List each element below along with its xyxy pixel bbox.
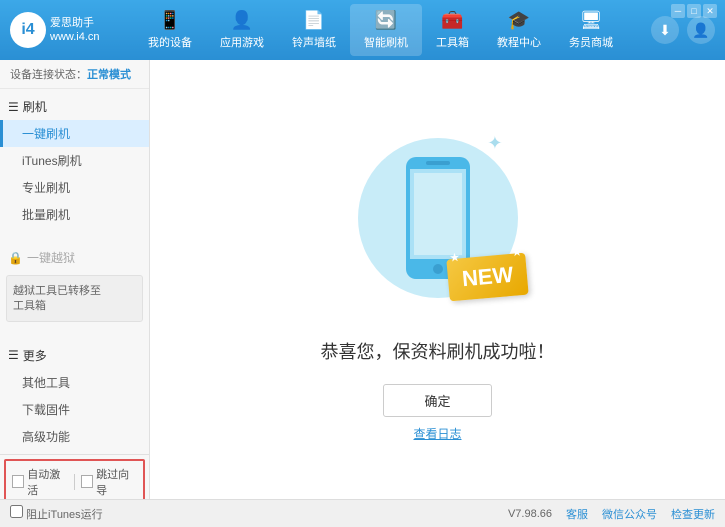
new-badge-text: NEW: [461, 261, 514, 290]
toolbox-icon: 🧰: [441, 10, 463, 31]
customer-service-link[interactable]: 客服: [566, 506, 588, 522]
nav-tab-ringtone[interactable]: 📄 铃声墙纸: [278, 4, 350, 56]
nav-tab-toolbox[interactable]: 🧰 工具箱: [422, 4, 483, 56]
maximize-button[interactable]: □: [687, 4, 701, 18]
jailbreak-disabled-text: 越狱工具已转移至 工具箱: [13, 284, 136, 315]
close-button[interactable]: ✕: [703, 4, 717, 18]
itunes-label: 阻止iTunes运行: [10, 509, 103, 521]
header-right: ⬇ 👤: [651, 16, 715, 44]
pro-flash-label: 专业刷机: [22, 179, 70, 196]
status-bar: 设备连接状态：正常模式: [0, 60, 149, 89]
window-controls: ─ □ ✕: [671, 4, 717, 18]
nav-tab-apps-games[interactable]: 👤 应用游戏: [206, 4, 278, 56]
logo-url: www.i4.cn: [50, 30, 100, 44]
skip-wizard-item: 跳过向导: [81, 466, 137, 498]
other-tools-label: 其他工具: [22, 374, 70, 391]
jailbreak-group-label: 🔒 一键越狱: [0, 244, 149, 271]
check-update-link[interactable]: 检查更新: [671, 506, 715, 522]
logo: i4 爱思助手 www.i4.cn: [10, 12, 110, 48]
nav-tab-my-device[interactable]: 📱 我的设备: [134, 4, 206, 56]
smart-flash-icon: 🔄: [375, 10, 397, 31]
confirm-button[interactable]: 确定: [383, 384, 491, 417]
header: i4 爱思助手 www.i4.cn 📱 我的设备 👤 应用游戏 📄 铃声墙纸 🔄…: [0, 0, 725, 60]
main-layout: 设备连接状态：正常模式 ☰ 刷机 一键刷机 iTunes刷机 专业刷机 批量刷机: [0, 60, 725, 499]
more-section: ☰ 更多 其他工具 下载固件 高级功能: [0, 338, 149, 454]
tutorial-icon: 🎓: [508, 10, 530, 31]
apps-games-icon: 👤: [231, 10, 253, 31]
nav-tab-my-device-label: 我的设备: [148, 34, 192, 50]
skip-wizard-label: 跳过向导: [96, 466, 137, 498]
nav-tab-service[interactable]: 🖥 务员商城: [555, 4, 627, 56]
success-title: 恭喜您，保资料刷机成功啦！: [321, 338, 555, 364]
nav-tab-tutorial[interactable]: 🎓 教程中心: [483, 4, 555, 56]
checkbox-row: 自动激活 跳过向导: [4, 459, 145, 499]
nav-tabs: 📱 我的设备 👤 应用游戏 📄 铃声墙纸 🔄 智能刷机 🧰 工具箱 🎓 教程中心…: [110, 4, 651, 56]
flash-group-text: 刷机: [23, 98, 47, 115]
auto-activate-label: 自动激活: [27, 466, 68, 498]
wechat-public-link[interactable]: 微信公众号: [602, 506, 657, 522]
view-log-link[interactable]: 查看日志: [413, 425, 461, 442]
skip-wizard-checkbox[interactable]: [81, 475, 93, 488]
logo-name: 爱思助手: [50, 16, 100, 30]
more-group-label: ☰ 更多: [0, 342, 149, 369]
jailbreak-disabled-box: 越狱工具已转移至 工具箱: [6, 275, 143, 322]
ringtone-icon: 📄: [303, 10, 325, 31]
sidebar-item-other-tools[interactable]: 其他工具: [0, 369, 149, 396]
auto-activate-item: 自动激活: [12, 466, 68, 498]
footer-left: 阻止iTunes运行: [10, 505, 492, 522]
account-button[interactable]: 👤: [687, 16, 715, 44]
new-badge: NEW: [446, 252, 529, 301]
status-label: 设备连接状态：: [10, 69, 87, 81]
flash-section: ☰ 刷机 一键刷机 iTunes刷机 专业刷机 批量刷机: [0, 89, 149, 232]
auto-activate-checkbox[interactable]: [12, 475, 24, 488]
success-illustration: NEW ✦ ✦: [338, 118, 538, 318]
download-button[interactable]: ⬇: [651, 16, 679, 44]
itunes-flash-label: iTunes刷机: [22, 152, 82, 169]
flash-group-icon: ☰: [8, 100, 19, 114]
version-label: V7.98.66: [508, 508, 552, 520]
jailbreak-section: 🔒 一键越狱 越狱工具已转移至 工具箱: [0, 240, 149, 330]
content-area: NEW ✦ ✦ 恭喜您，保资料刷机成功啦！ 确定 查看日志: [150, 60, 725, 499]
sidebar-bottom: 自动激活 跳过向导 📱 iPhone 15 Pro Max 512GB iPho…: [0, 454, 149, 499]
lock-icon: 🔒: [8, 251, 23, 265]
sidebar-item-one-key-flash[interactable]: 一键刷机: [0, 120, 149, 147]
more-icon: ☰: [8, 348, 19, 362]
checkbox-divider: [74, 474, 75, 490]
sidebar-item-itunes-flash[interactable]: iTunes刷机: [0, 147, 149, 174]
advanced-label: 高级功能: [22, 428, 70, 445]
sidebar-item-download-firmware[interactable]: 下载固件: [0, 396, 149, 423]
more-group-text: 更多: [23, 347, 47, 364]
download-firmware-label: 下载固件: [22, 401, 70, 418]
nav-tab-smart-flash[interactable]: 🔄 智能刷机: [350, 4, 422, 56]
logo-icon: i4: [10, 12, 46, 48]
jailbreak-group-text: 一键越狱: [27, 249, 75, 266]
nav-tab-ringtone-label: 铃声墙纸: [292, 34, 336, 50]
footer-right: V7.98.66 客服 微信公众号 检查更新: [508, 506, 715, 522]
logo-char: i4: [21, 21, 34, 39]
sparkle-2: ✦: [487, 133, 502, 154]
nav-tab-toolbox-label: 工具箱: [436, 34, 469, 50]
nav-tab-apps-label: 应用游戏: [220, 34, 264, 50]
one-key-flash-label: 一键刷机: [22, 125, 70, 142]
logo-text: 爱思助手 www.i4.cn: [50, 16, 100, 45]
nav-tab-tutorial-label: 教程中心: [497, 34, 541, 50]
service-icon: 🖥: [580, 10, 603, 31]
footer: 阻止iTunes运行 V7.98.66 客服 微信公众号 检查更新: [0, 499, 725, 527]
sidebar: 设备连接状态：正常模式 ☰ 刷机 一键刷机 iTunes刷机 专业刷机 批量刷机: [0, 60, 150, 499]
minimize-button[interactable]: ─: [671, 4, 685, 18]
status-mode: 正常模式: [87, 69, 131, 81]
my-device-icon: 📱: [159, 10, 181, 31]
nav-tab-service-label: 务员商城: [569, 34, 613, 50]
block-itunes-text: 阻止iTunes运行: [26, 509, 103, 521]
sidebar-item-pro-flash[interactable]: 专业刷机: [0, 174, 149, 201]
sparkle-1: ✦: [378, 143, 393, 164]
flash-group-label: ☰ 刷机: [0, 93, 149, 120]
sidebar-item-advanced[interactable]: 高级功能: [0, 423, 149, 450]
batch-flash-label: 批量刷机: [22, 206, 70, 223]
nav-tab-smart-flash-label: 智能刷机: [364, 34, 408, 50]
sidebar-item-batch-flash[interactable]: 批量刷机: [0, 201, 149, 228]
block-itunes-checkbox[interactable]: [10, 505, 23, 518]
